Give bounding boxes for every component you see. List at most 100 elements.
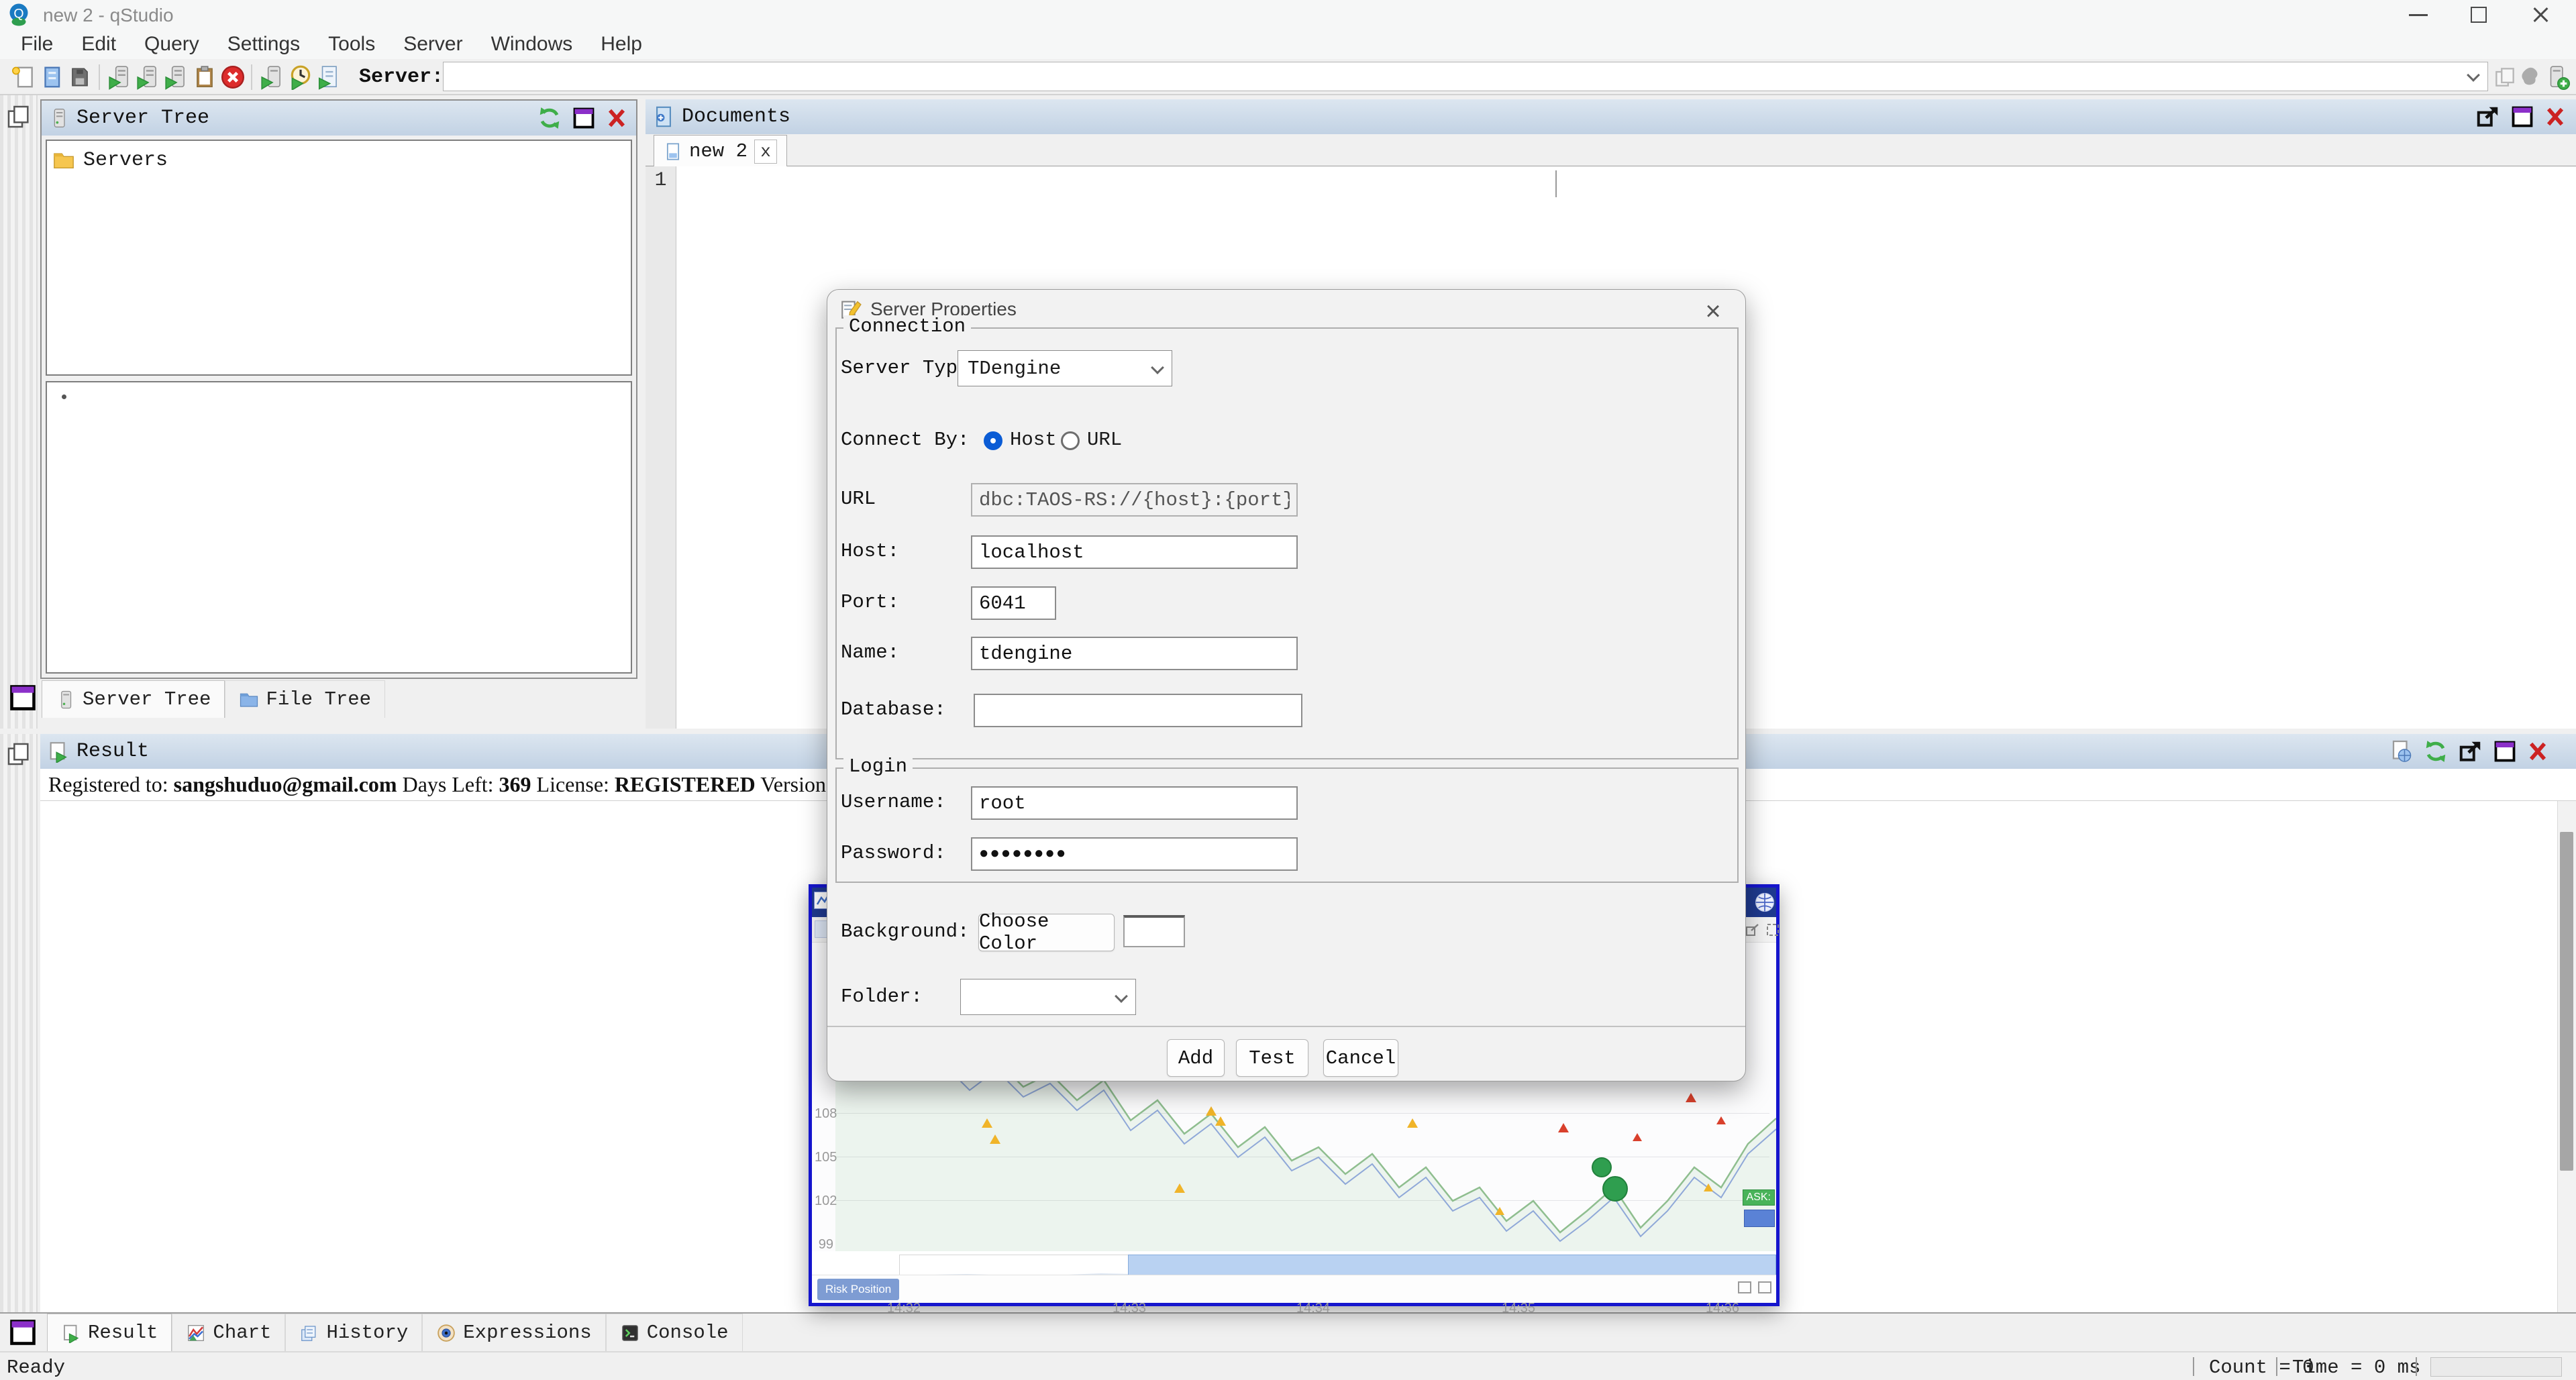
radio-url-label: URL [1087,429,1122,451]
folder-select[interactable] [960,979,1136,1015]
minimize-button[interactable] [2396,0,2440,30]
menu-query[interactable]: Query [130,33,213,56]
host-field[interactable] [971,535,1298,569]
cancel-button[interactable]: Cancel [1323,1039,1398,1077]
tab-chart[interactable]: Chart [172,1314,285,1351]
reg-prefix: Registered to: [48,772,174,797]
server-type-select[interactable]: TDengine [958,350,1172,386]
tab-result[interactable]: Result [47,1314,172,1351]
result-dock-strip[interactable] [0,734,38,1312]
server-tree-lower-pane[interactable] [46,381,632,674]
server-tree-view[interactable]: Servers [46,140,632,376]
legend-bid-badge [1744,1210,1775,1227]
scrollbar-thumb[interactable] [2560,832,2573,1171]
result-icon [61,1323,81,1343]
popout-icon[interactable] [2475,104,2501,129]
menu-server[interactable]: Server [389,33,476,56]
scheduled-query-button[interactable] [287,63,315,91]
save-button[interactable] [66,63,94,91]
tab-file-tree[interactable]: File Tree [225,680,385,718]
restore-panel-icon[interactable] [8,683,38,712]
url-label: URL [841,488,876,510]
run-script-button[interactable] [315,63,343,91]
left-dock-strip[interactable] [0,95,38,729]
export-web-icon[interactable] [2389,739,2414,763]
tree-bullet [62,394,66,399]
open-file-button[interactable] [38,63,66,91]
popout-small-icon[interactable] [1745,922,1761,938]
name-field[interactable] [971,637,1298,670]
x-axis-label: 14:34 [1296,1301,1330,1316]
menu-tools[interactable]: Tools [314,33,389,56]
menu-edit[interactable]: Edit [67,33,130,56]
reg-version-label: Version: [756,772,837,797]
query-line-button[interactable] [106,63,134,91]
main-toolbar: Server: [0,59,2576,95]
footer-icon[interactable] [1758,1281,1771,1293]
test-button[interactable]: Test [1236,1039,1308,1077]
copy-results-button[interactable] [2491,63,2519,91]
choose-color-button[interactable]: Choose Color [978,914,1115,951]
document-tab-label: new 2 [689,140,748,162]
documents-header[interactable]: Documents [646,99,2576,134]
maximize-button[interactable] [2457,0,2501,30]
query-selection-button[interactable] [134,63,162,91]
tree-node-servers[interactable]: Servers [47,141,631,180]
y-axis-label: 108 [815,1106,833,1122]
x-axis-label: 14:35 [1502,1301,1535,1316]
documents-title: Documents [682,105,790,128]
query-all-button[interactable] [162,63,191,91]
server-query-button[interactable] [258,63,287,91]
status-bar: Ready Count = 0 Time = 0 ms [0,1351,2576,1380]
tab-console[interactable]: Console [606,1314,743,1351]
stop-query-button[interactable] [219,63,247,91]
tab-history[interactable]: History [285,1314,422,1351]
server-combobox[interactable] [443,62,2488,91]
login-legend: Login [843,755,913,778]
menu-settings[interactable]: Settings [213,33,314,56]
background-color-swatch[interactable] [1123,915,1185,947]
password-field[interactable] [971,837,1298,871]
reg-license-label: License: [531,772,615,797]
maximize-panel-icon[interactable] [2493,739,2517,763]
menu-help[interactable]: Help [586,33,656,56]
database-field[interactable] [974,694,1302,727]
popout-icon[interactable] [2458,739,2483,764]
new-document-button[interactable] [9,63,38,91]
maximize-panel-icon[interactable] [2510,105,2534,129]
maximize-panel-icon[interactable] [572,106,596,130]
close-panel-icon[interactable] [605,107,628,129]
tab-expressions[interactable]: Expressions [422,1314,605,1351]
add-button[interactable]: Add [1167,1039,1225,1077]
fullscreen-small-icon[interactable] [1765,922,1781,938]
add-server-button[interactable] [2543,63,2571,91]
close-panel-icon[interactable] [2544,105,2567,128]
risk-position-button[interactable]: Risk Position [817,1279,899,1300]
disabled-tool-button [2517,63,2545,91]
y-axis-label: 105 [815,1150,833,1165]
dialog-close-button[interactable]: × [1698,297,1728,326]
refresh-icon[interactable] [2423,739,2449,764]
radio-url[interactable] [1061,431,1080,450]
menu-windows[interactable]: Windows [477,33,587,56]
menu-file[interactable]: File [7,33,67,56]
tab-close-button[interactable]: x [754,140,777,164]
server-tree-header[interactable]: Server Tree [42,101,636,136]
radio-host[interactable] [984,431,1002,450]
tab-server-tree[interactable]: Server Tree [42,680,225,718]
close-button[interactable] [2518,0,2563,30]
footer-icon[interactable] [1738,1281,1751,1293]
server-icon [56,690,76,710]
connect-by-label: Connect By: [841,429,969,451]
document-tab-new2[interactable]: new 2 x [654,135,787,167]
refresh-icon[interactable] [537,105,562,131]
close-panel-icon[interactable] [2526,740,2549,763]
username-field[interactable] [971,786,1298,820]
port-field[interactable] [971,586,1056,620]
password-row: Password: [841,835,1732,873]
restore-panel-icon[interactable] [8,1318,38,1347]
x-axis-label: 14:36 [1706,1301,1739,1316]
port-label: Port: [841,591,899,613]
send-clipboard-button[interactable] [191,63,219,91]
vertical-scrollbar[interactable] [2557,801,2576,1312]
